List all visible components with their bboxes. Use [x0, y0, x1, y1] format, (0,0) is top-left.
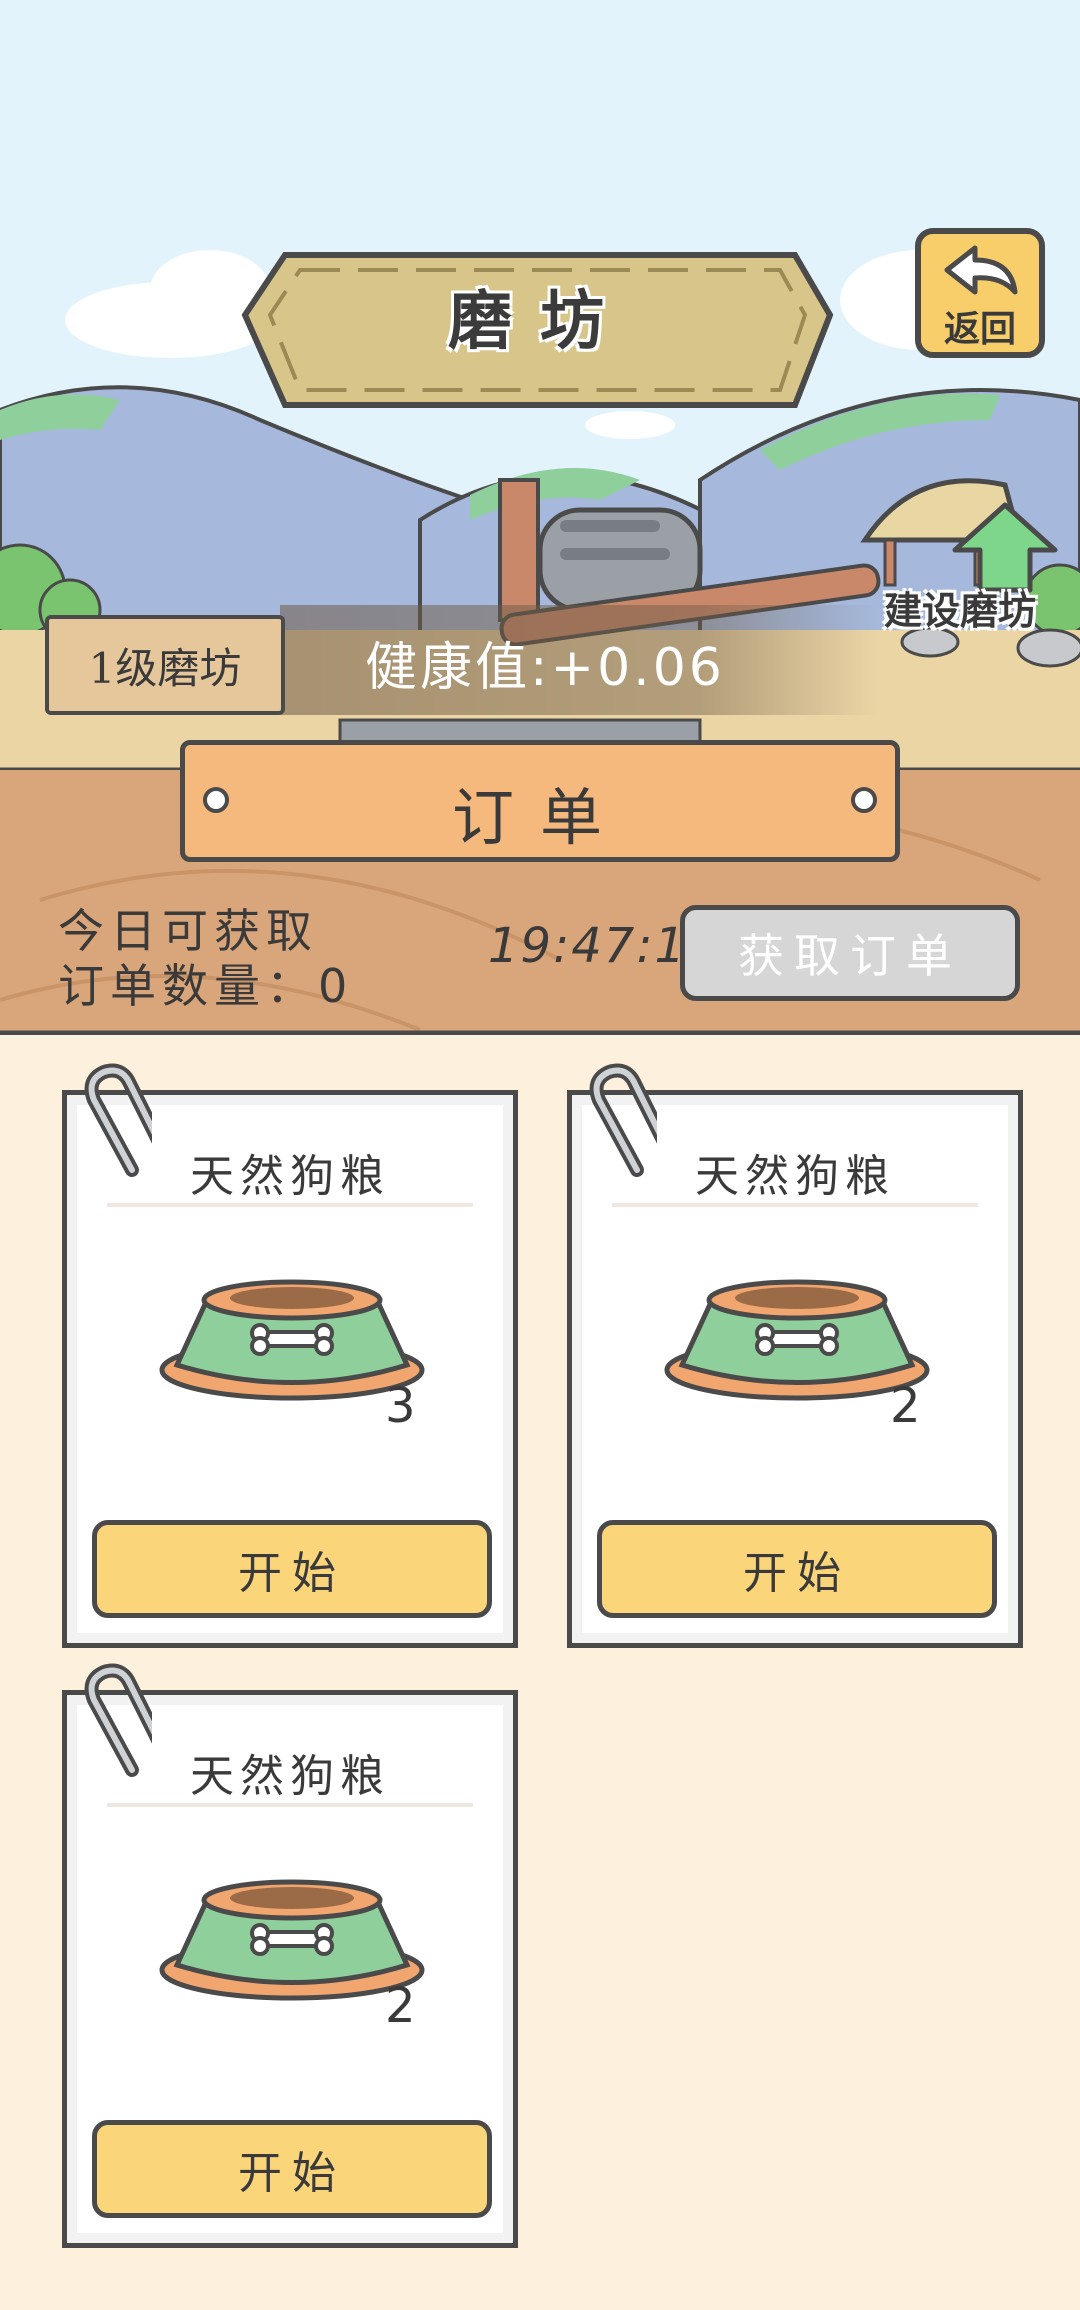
back-label: 返回 — [943, 309, 1016, 350]
health-value: 健康值:+0.06 — [365, 638, 725, 698]
product-name: 天然狗粮 — [695, 1151, 895, 1202]
product-quantity: 2 — [385, 1978, 416, 2034]
product-name: 天然狗粮 — [190, 1151, 390, 1202]
build-hut-icon — [860, 478, 1058, 593]
level-sign: 1级磨坊 — [45, 615, 285, 715]
orders-label: 订单 — [451, 781, 628, 854]
start-button[interactable]: 开始 — [92, 2120, 492, 2218]
get-order-button[interactable]: 获取订单 — [680, 905, 1020, 1001]
start-button[interactable]: 开始 — [92, 1520, 492, 1618]
product-quantity: 3 — [385, 1378, 416, 1434]
mill-scene: 磨坊 返回 建设磨坊 1级磨坊 健康值:+0.06 订单 今日可获取 订单数量：… — [0, 0, 1080, 1035]
page-title: 磨坊 — [448, 284, 632, 359]
back-arrow-icon — [944, 245, 1018, 295]
back-button[interactable]: 返回 — [915, 228, 1045, 358]
order-card: 天然狗粮 2 开始 — [567, 1063, 1023, 1648]
quota-text-line2: 订单数量：0 — [58, 959, 354, 1013]
start-button[interactable]: 开始 — [597, 1520, 997, 1618]
product-quantity: 2 — [890, 1378, 921, 1434]
order-card: 天然狗粮 3 开始 — [62, 1063, 518, 1648]
build-label: 建设磨坊 — [883, 589, 1036, 633]
build-mill-button[interactable]: 建设磨坊 — [855, 465, 1065, 645]
order-card: 天然狗粮 2 开始 — [62, 1663, 518, 2248]
orders-header-plank: 订单 — [180, 740, 900, 862]
divider — [107, 1203, 473, 1207]
divider — [612, 1203, 978, 1207]
divider — [107, 1803, 473, 1807]
product-name: 天然狗粮 — [190, 1751, 390, 1802]
